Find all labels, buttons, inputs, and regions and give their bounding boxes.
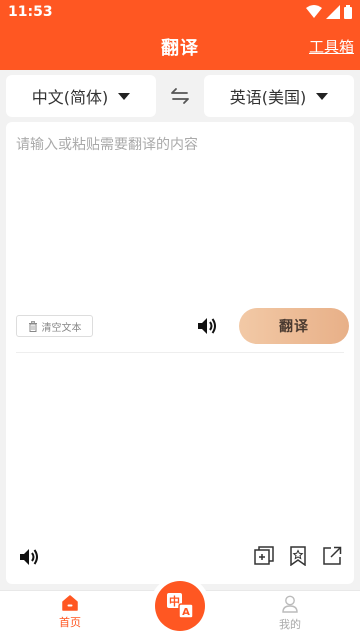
toolbox-link[interactable]: 工具箱 — [309, 36, 354, 57]
swap-icon — [171, 88, 189, 104]
status-bar: 11:53 — [0, 0, 360, 24]
target-language-select[interactable]: 英语(美国) — [204, 75, 354, 117]
nav-home[interactable]: 首页 — [40, 595, 100, 630]
divider — [16, 352, 344, 353]
signal-icon — [326, 5, 340, 19]
swap-languages-button[interactable] — [165, 81, 195, 111]
status-icons — [306, 5, 352, 19]
translate-button[interactable]: 翻译 — [239, 308, 349, 344]
chevron-down-icon — [316, 92, 329, 100]
trash-icon — [28, 320, 37, 332]
source-language-label: 中文(简体) — [31, 88, 109, 107]
output-speaker-button[interactable] — [18, 547, 40, 571]
fab-circle: 中 A — [155, 581, 205, 631]
fab-en-glyph: A — [182, 607, 190, 618]
speaker-icon — [198, 318, 216, 334]
home-icon — [62, 595, 78, 611]
source-text-input[interactable]: 请输入或粘贴需要翻译的内容 — [16, 134, 344, 304]
nav-mine[interactable]: 我的 — [260, 595, 320, 632]
speaker-icon — [20, 549, 38, 565]
clear-text-button[interactable]: 清空文本 — [16, 315, 93, 337]
share-icon[interactable] — [322, 546, 342, 566]
translation-output — [16, 362, 344, 532]
source-speaker-button[interactable] — [196, 316, 218, 340]
translate-fab[interactable]: 中 A — [150, 576, 210, 636]
nav-mine-label: 我的 — [279, 618, 301, 631]
nav-home-label: 首页 — [59, 616, 81, 629]
output-actions — [254, 546, 342, 566]
copy-icon[interactable] — [254, 546, 274, 566]
clear-text-label: 清空文本 — [41, 322, 82, 334]
app-header: 翻译 工具箱 — [0, 24, 360, 70]
battery-icon — [344, 5, 352, 19]
status-time: 11:53 — [8, 4, 53, 20]
page-title: 翻译 — [161, 38, 199, 59]
target-language-label: 英语(美国) — [229, 88, 307, 107]
user-icon — [282, 595, 298, 613]
language-bar: 中文(简体) 英语(美国) — [6, 75, 354, 117]
bookmark-star-icon[interactable] — [288, 546, 308, 566]
source-language-select[interactable]: 中文(简体) — [6, 75, 156, 117]
chevron-down-icon — [118, 92, 131, 100]
translate-icon: 中 A — [167, 593, 194, 619]
translation-card: 请输入或粘贴需要翻译的内容 清空文本 翻译 — [6, 122, 354, 584]
wifi-icon — [306, 5, 322, 18]
